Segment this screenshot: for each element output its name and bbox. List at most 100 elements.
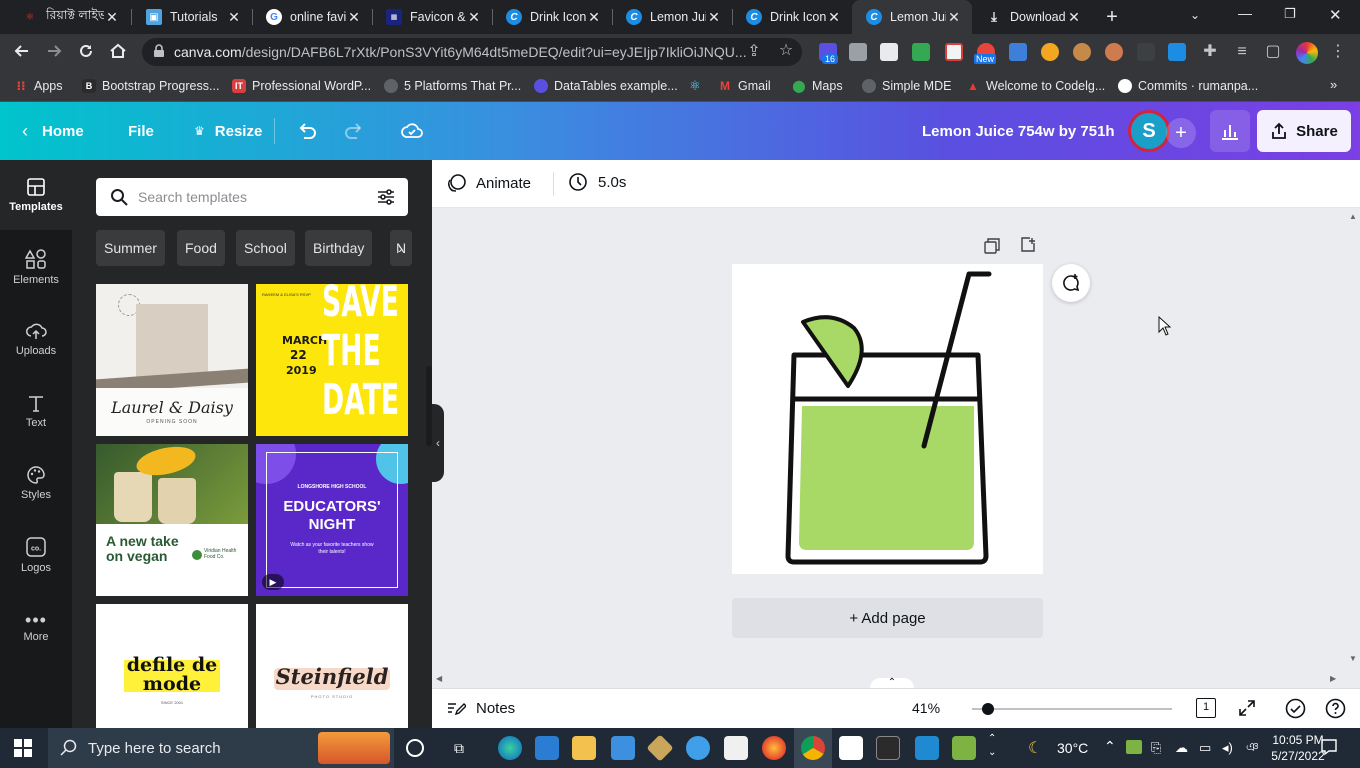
extension-icon[interactable] [945,43,963,61]
new-tab-button[interactable]: + [1100,6,1124,28]
filter-chip-food[interactable]: Food [177,230,225,266]
app-icon[interactable] [646,734,674,762]
filter-chip-school[interactable]: School [236,230,295,266]
weather-temperature[interactable]: 30°C [1057,740,1088,756]
page-count-button[interactable]: 1 [1196,698,1216,718]
zoom-slider[interactable] [972,703,1172,715]
rail-more[interactable]: ••• More [0,592,72,662]
filter-icon[interactable] [376,187,396,210]
filter-chip-birthday[interactable]: Birthday [305,230,373,266]
browser-tab[interactable]: ▦ Favicon & ✕ [372,0,492,34]
resize-button[interactable]: ♛ Resize [194,102,262,160]
template-card-educators-night[interactable]: LONGSHORE HIGH SCHOOL EDUCATORS' NIGHT W… [256,444,408,596]
extension-icon[interactable] [912,43,930,61]
browser-tab[interactable]: ▣ Tutorials ✕ [132,0,252,34]
hidden-icons-chevron[interactable]: ⌃ [1104,738,1116,755]
app-icon[interactable] [952,736,976,760]
back-icon[interactable] [12,42,32,62]
chevron-right-icon[interactable]: › [398,240,403,257]
design-page[interactable] [732,264,1043,574]
taskbar-scroll-arrows[interactable]: ⌃ ⌄ [988,732,996,760]
extension-icon[interactable] [1009,43,1027,61]
expand-pages-handle[interactable]: ⌃ [870,678,914,688]
cookie-extension-icon[interactable] [1073,43,1091,61]
animate-button[interactable]: Animate [446,172,531,194]
help-icon[interactable] [1325,698,1346,722]
zoom-percentage[interactable]: 41% [912,700,940,716]
more-bookmarks-icon[interactable]: » [1330,77,1337,92]
add-page-icon[interactable] [1020,237,1036,256]
bookmark-item[interactable]: DataTables example... [534,77,678,95]
notification-center-icon[interactable] [1320,738,1338,759]
address-bar[interactable]: canva.com/design/DAFB6L7rXtk/PonS3VYit6y… [142,38,802,66]
close-tab-icon[interactable]: ✕ [1066,9,1082,26]
share-button[interactable]: Share [1257,110,1351,152]
redo-icon[interactable] [343,120,365,145]
collapse-panel-handle[interactable]: ‹ [432,404,444,482]
close-tab-icon[interactable]: ✕ [946,9,962,26]
extension-icon[interactable] [880,43,898,61]
rail-logos[interactable]: co. Logos [0,520,72,590]
weather-moon-icon[interactable]: ☾ [1028,738,1042,758]
close-tab-icon[interactable]: ✕ [346,9,362,26]
side-panel-icon[interactable]: ▢ [1263,42,1283,62]
duplicate-page-icon[interactable] [984,238,1000,257]
browser-tab[interactable]: C Drink Icon ✕ [732,0,852,34]
rail-uploads[interactable]: Uploads [0,304,72,374]
bookmark-gmail[interactable]: M Gmail [718,77,771,95]
edge-browser-icon[interactable] [498,736,522,760]
extension-icon[interactable] [1041,43,1059,61]
template-card-vegan[interactable]: A new take on vegan Viridian Health Food… [96,444,248,596]
template-card-laurel-daisy[interactable]: Laurel & Daisy OPENING SOON [96,284,248,436]
rail-styles[interactable]: Styles [0,448,72,518]
tray-network-icon[interactable]: ⎘ [1151,740,1161,756]
notes-button[interactable]: Notes [446,699,515,717]
browser-tab[interactable]: ⤓ Download ✕ [972,0,1092,34]
bookmark-apps[interactable]: ⁝⁝ Apps [14,77,62,95]
close-tab-icon[interactable]: ✕ [466,9,482,26]
undo-icon[interactable] [296,120,318,145]
store-icon[interactable] [535,736,559,760]
fullscreen-icon[interactable] [1238,699,1256,720]
tray-volume-icon[interactable]: ◂) [1222,740,1233,756]
snipping-tool-icon[interactable] [724,736,748,760]
rail-text[interactable]: Text [0,376,72,446]
cloud-saved-icon[interactable] [400,120,424,145]
filter-chip-summer[interactable]: Summer [96,230,165,266]
puzzle-extensions-icon[interactable]: ✚ [1200,42,1220,62]
browser-tab-active[interactable]: C Lemon Jui ✕ [852,0,972,34]
extension-icon[interactable] [1105,43,1123,61]
close-tab-icon[interactable]: ✕ [104,9,120,26]
browser-tab[interactable]: ⚛ রিয়াক্ট লাইভ ✕ [8,0,130,34]
rail-templates[interactable]: Templates [0,160,72,230]
bookmark-item[interactable]: IT Professional WordP... [232,77,371,95]
user-avatar[interactable]: S [1128,110,1170,152]
search-templates-input[interactable]: Search templates [96,178,408,216]
add-page-button[interactable]: + Add page [732,598,1043,638]
vertical-scrollbar[interactable]: ▲ ▼ [1346,208,1360,668]
taskbar-clock[interactable]: 10:05 PM 5/27/2022 [1270,732,1326,764]
rail-elements[interactable]: Elements [0,232,72,302]
cortana-icon[interactable] [406,739,424,757]
close-tab-icon[interactable]: ✕ [826,9,842,26]
tray-app-icon[interactable] [1126,740,1142,754]
bookmark-item[interactable]: 5 Platforms That Pr... [384,77,521,95]
windows-start-icon[interactable] [14,739,32,760]
reload-icon[interactable] [76,42,96,62]
profile-avatar[interactable] [1296,42,1318,64]
browser-tab[interactable]: C Drink Icon ✕ [492,0,612,34]
firefox-icon[interactable] [762,736,786,760]
mail-icon[interactable] [611,736,635,760]
tray-wifi-icon[interactable]: ▭ [1199,740,1211,756]
add-comment-button[interactable] [1052,264,1090,302]
media-control-icon[interactable]: ≡ [1232,42,1252,62]
file-menu-button[interactable]: File [128,102,154,160]
tab-search-icon[interactable]: ⌄ [1190,8,1200,22]
task-view-icon[interactable]: ⧉ [454,740,464,757]
home-icon[interactable] [108,42,128,62]
file-explorer-icon[interactable] [572,736,596,760]
vscode-icon[interactable] [915,736,939,760]
notion-icon[interactable] [839,736,863,760]
insights-button[interactable] [1210,110,1250,152]
close-tab-icon[interactable]: ✕ [226,9,242,26]
